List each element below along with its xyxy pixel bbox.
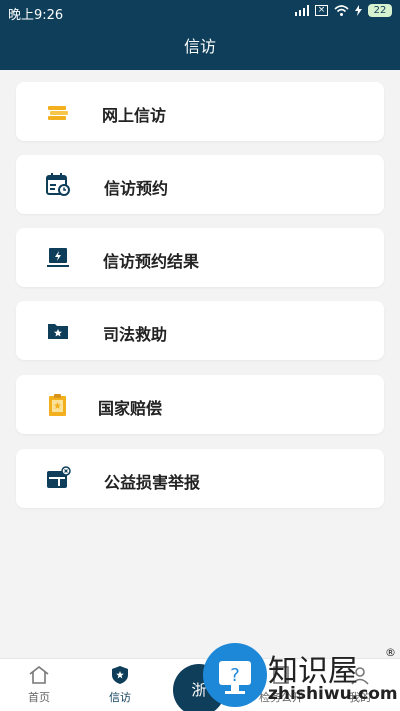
charging-icon bbox=[355, 5, 362, 16]
status-bar: 晚上9:26 × 22 bbox=[0, 0, 400, 24]
page-title: 信访 bbox=[0, 24, 400, 70]
window-alert-icon bbox=[47, 466, 71, 488]
nav-item-petition[interactable]: 信访 bbox=[90, 665, 150, 705]
nav-item-label: 首页 bbox=[28, 691, 50, 704]
menu-item-label: 网上信访 bbox=[102, 106, 167, 125]
nav-item-label: 信访 bbox=[109, 691, 131, 704]
battery-icon: 22 bbox=[368, 4, 392, 17]
menu-item-label: 公益损害举报 bbox=[104, 473, 201, 492]
signal-icon bbox=[295, 5, 309, 16]
system-icons: × 22 bbox=[295, 4, 392, 17]
folder-star-icon bbox=[48, 324, 68, 339]
menu-item-public-interest-report[interactable]: 公益损害举报 bbox=[16, 449, 384, 508]
calendar-clock-icon bbox=[46, 173, 70, 196]
status-time: 晚上9:26 bbox=[8, 8, 64, 23]
menu-item-state-compensation[interactable]: 国家赔偿 bbox=[16, 375, 384, 434]
watermark-url: zhishiwu.com bbox=[268, 684, 398, 704]
menu-item-label: 信访预约结果 bbox=[103, 252, 200, 271]
menu-item-label: 司法救助 bbox=[103, 325, 168, 344]
sim-off-icon: × bbox=[315, 5, 328, 16]
nav-item-home[interactable]: 首页 bbox=[9, 665, 69, 705]
menu-item-appointment-result[interactable]: 信访预约结果 bbox=[16, 228, 384, 287]
svg-text:?: ? bbox=[230, 665, 240, 686]
home-icon bbox=[29, 665, 49, 684]
menu-item-judicial-aid[interactable]: 司法救助 bbox=[16, 301, 384, 360]
laptop-bolt-icon bbox=[47, 248, 69, 267]
watermark-registered-mark: ® bbox=[385, 646, 396, 659]
menu-item-label: 信访预约 bbox=[104, 179, 169, 198]
menu-item-label: 国家赔偿 bbox=[98, 399, 163, 418]
wifi-icon bbox=[334, 5, 349, 16]
watermark-logo: ? bbox=[203, 643, 267, 707]
shield-star-icon bbox=[112, 666, 128, 684]
menu-item-petition-appointment[interactable]: 信访预约 bbox=[16, 155, 384, 214]
books-icon bbox=[48, 106, 68, 120]
clipboard-badge-icon bbox=[49, 394, 66, 416]
help-monitor-icon: ? bbox=[219, 661, 251, 694]
menu-item-online-petition[interactable]: 网上信访 bbox=[16, 82, 384, 141]
